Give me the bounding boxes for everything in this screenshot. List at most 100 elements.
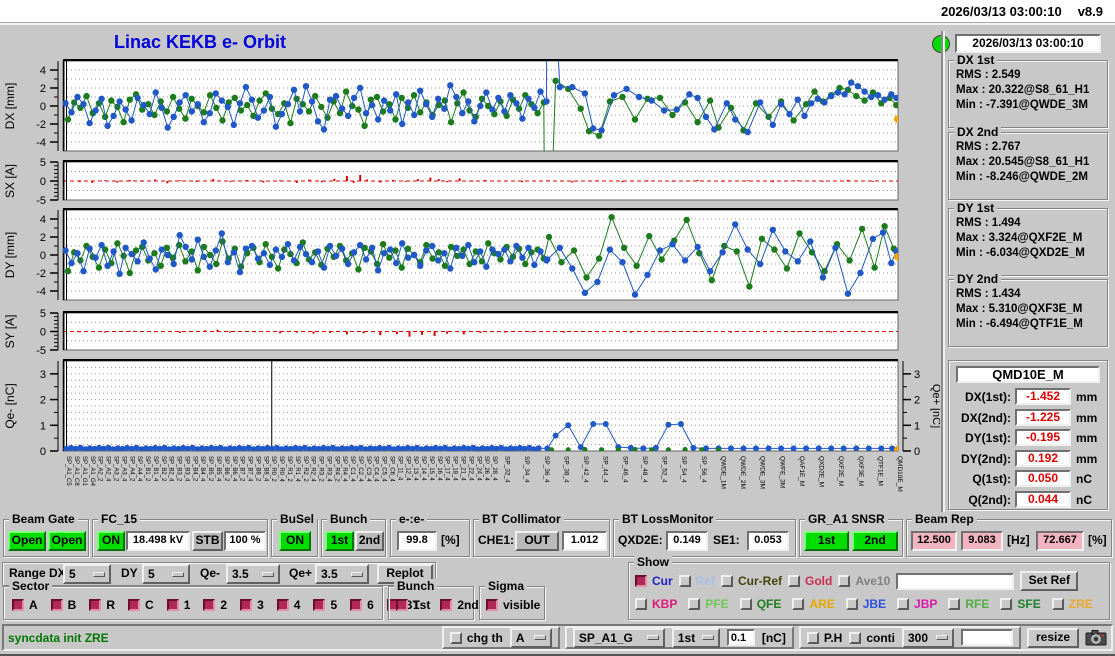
threshold-input[interactable] — [727, 629, 755, 646]
show-rfe-checkbox[interactable] — [948, 598, 960, 610]
sector-r-checkbox[interactable] — [89, 599, 101, 611]
checkbox-item-show-sfe[interactable]: SFE — [1000, 597, 1040, 611]
ph-item[interactable]: P.H — [807, 631, 842, 645]
beam-rep-group: Beam Rep 12.500 9.083 [Hz] 72.667 [%] — [906, 519, 1112, 557]
range-dy-dropdown[interactable]: 5 — [142, 564, 190, 584]
checkbox-item-sector-2[interactable]: 2 — [203, 598, 227, 612]
gr-a1-1st-button[interactable]: 1st — [804, 531, 849, 551]
sector-b-checkbox[interactable] — [51, 599, 63, 611]
bunch-2nd-checkbox[interactable] — [440, 599, 452, 611]
checkbox-item-sector-5[interactable]: 5 — [313, 598, 337, 612]
bunch-1st-checkbox[interactable] — [396, 599, 408, 611]
bunch-2nd-button[interactable]: 2nd — [355, 531, 384, 551]
svg-text:-4: -4 — [36, 286, 46, 298]
sector-5-checkbox[interactable] — [313, 599, 325, 611]
checkbox-item-show-gold[interactable]: Gold — [788, 574, 832, 588]
busel-on-button[interactable]: ON — [279, 531, 311, 551]
camera-icon[interactable] — [1085, 629, 1107, 646]
fc15-on-button[interactable]: ON — [97, 531, 125, 551]
svg-text:SP_R3_2: SP_R3_2 — [318, 456, 324, 482]
bunch-dropdown[interactable]: 1st — [672, 628, 720, 648]
checkbox-item-bunch-2nd[interactable]: 2nd — [440, 598, 478, 612]
sector-6-checkbox[interactable] — [350, 599, 362, 611]
resize-button[interactable]: resize — [1027, 628, 1079, 648]
ref-name-input[interactable] — [896, 573, 1014, 590]
svg-text:SP_21_4: SP_21_4 — [459, 456, 465, 481]
checkbox-item-sector-b[interactable]: B — [51, 598, 77, 612]
range-dx-dropdown[interactable]: 5 — [63, 564, 111, 584]
sector-4-checkbox[interactable] — [277, 599, 289, 611]
bt-collimator-out-button[interactable]: OUT — [515, 531, 559, 551]
checkbox-item-sector-6[interactable]: 6 — [350, 598, 374, 612]
gr-a1-snsr-title: GR_A1 SNSR — [805, 512, 888, 526]
sector-3-checkbox[interactable] — [240, 599, 252, 611]
checkbox-item-show-jbe[interactable]: JBE — [846, 597, 886, 611]
checkbox-item-show-jbp[interactable]: JBP — [897, 597, 937, 611]
sector-1-checkbox[interactable] — [167, 599, 179, 611]
count-input[interactable] — [961, 629, 1013, 646]
bunch-1st-button[interactable]: 1st — [325, 531, 354, 551]
checkbox-item-sigma-visible[interactable]: visible — [486, 598, 540, 612]
show-sfe-checkbox[interactable] — [1000, 598, 1012, 610]
show-ref-checkbox[interactable] — [679, 575, 691, 587]
chg-th-checkbox[interactable] — [450, 632, 462, 644]
checkbox-item-sector-r[interactable]: R — [89, 598, 115, 612]
range-qem-dropdown[interactable]: 3.5 — [226, 564, 280, 584]
bunch-1st-label: 1st — [413, 598, 430, 612]
checkbox-item-show-cur[interactable]: Cur — [635, 574, 673, 588]
checkbox-item-show-zre[interactable]: ZRE — [1052, 597, 1093, 611]
set-ref-button[interactable]: Set Ref — [1020, 571, 1078, 591]
sector-c-checkbox[interactable] — [128, 599, 140, 611]
svg-text:QWDE_1M: QWDE_1M — [719, 456, 726, 489]
checkbox-item-sector-4[interactable]: 4 — [277, 598, 301, 612]
show-jbp-checkbox[interactable] — [897, 598, 909, 610]
show-cur-checkbox[interactable] — [635, 575, 647, 587]
show-cur-ref-label: Cur-Ref — [738, 574, 782, 588]
svg-text:SP_B1_2: SP_B1_2 — [144, 456, 150, 482]
svg-text:SP_B2_2: SP_B2_2 — [160, 456, 166, 482]
checkbox-item-sector-a[interactable]: A — [12, 598, 38, 612]
mode-dropdown[interactable]: A — [510, 628, 552, 648]
svg-text:SY [A]: SY [A] — [3, 315, 17, 349]
ph-checkbox[interactable] — [807, 632, 819, 644]
beam-rep-value2: 9.083 — [961, 531, 1003, 551]
show-kbp-checkbox[interactable] — [635, 598, 647, 610]
show-are-checkbox[interactable] — [792, 598, 804, 610]
checkbox-item-sector-1[interactable]: 1 — [167, 598, 191, 612]
sector-2-checkbox[interactable] — [203, 599, 215, 611]
show-cur-ref-checkbox[interactable] — [721, 575, 733, 587]
checkbox-item-sector-3[interactable]: 3 — [240, 598, 264, 612]
fc15-stb-button[interactable]: STB — [192, 531, 223, 551]
show-qfe-checkbox[interactable] — [740, 598, 752, 610]
checkbox-item-sector-c[interactable]: C — [128, 598, 154, 612]
count-dropdown[interactable]: 300 — [902, 628, 954, 648]
show-gold-checkbox[interactable] — [788, 575, 800, 587]
svg-text:5: 5 — [40, 157, 46, 169]
checkbox-item-show-pfe[interactable]: PFE — [688, 597, 728, 611]
checkbox-item-show-ref[interactable]: Ref — [679, 574, 715, 588]
range-qep-dropdown[interactable]: 3.5 — [315, 564, 369, 584]
show-jbe-checkbox[interactable] — [846, 598, 858, 610]
show-zre-checkbox[interactable] — [1052, 598, 1064, 610]
svg-text:0: 0 — [40, 176, 46, 188]
conti-checkbox[interactable] — [849, 632, 861, 644]
svg-text:SP_B8_4: SP_B8_4 — [262, 456, 268, 482]
conti-item[interactable]: conti — [849, 631, 895, 645]
checkbox-item-show-kbp[interactable]: KBP — [635, 597, 677, 611]
sector-a-checkbox[interactable] — [12, 599, 24, 611]
checkbox-item-show-cur-ref[interactable]: Cur-Ref — [721, 574, 782, 588]
checkbox-item-show-rfe[interactable]: RFE — [948, 597, 989, 611]
checkbox-item-bunch-1st[interactable]: 1st — [396, 598, 430, 612]
beam-gate-open2-button[interactable]: Open — [48, 531, 86, 551]
sp-dropdown[interactable]: SP_A1_G — [573, 628, 665, 648]
show-ave10-checkbox[interactable] — [838, 575, 850, 587]
show-pfe-checkbox[interactable] — [688, 598, 700, 610]
sigma-visible-checkbox[interactable] — [486, 599, 498, 611]
beam-gate-open1-button[interactable]: Open — [8, 531, 46, 551]
checkbox-item-show-qfe[interactable]: QFE — [740, 597, 782, 611]
chg-th-item[interactable]: chg th — [450, 631, 503, 645]
checkbox-item-show-ave10[interactable]: Ave10 — [838, 574, 890, 588]
gr-a1-2nd-button[interactable]: 2nd — [852, 531, 898, 551]
checkbox-item-show-are[interactable]: ARE — [792, 597, 834, 611]
svg-text:SP_11_4: SP_11_4 — [396, 456, 402, 481]
